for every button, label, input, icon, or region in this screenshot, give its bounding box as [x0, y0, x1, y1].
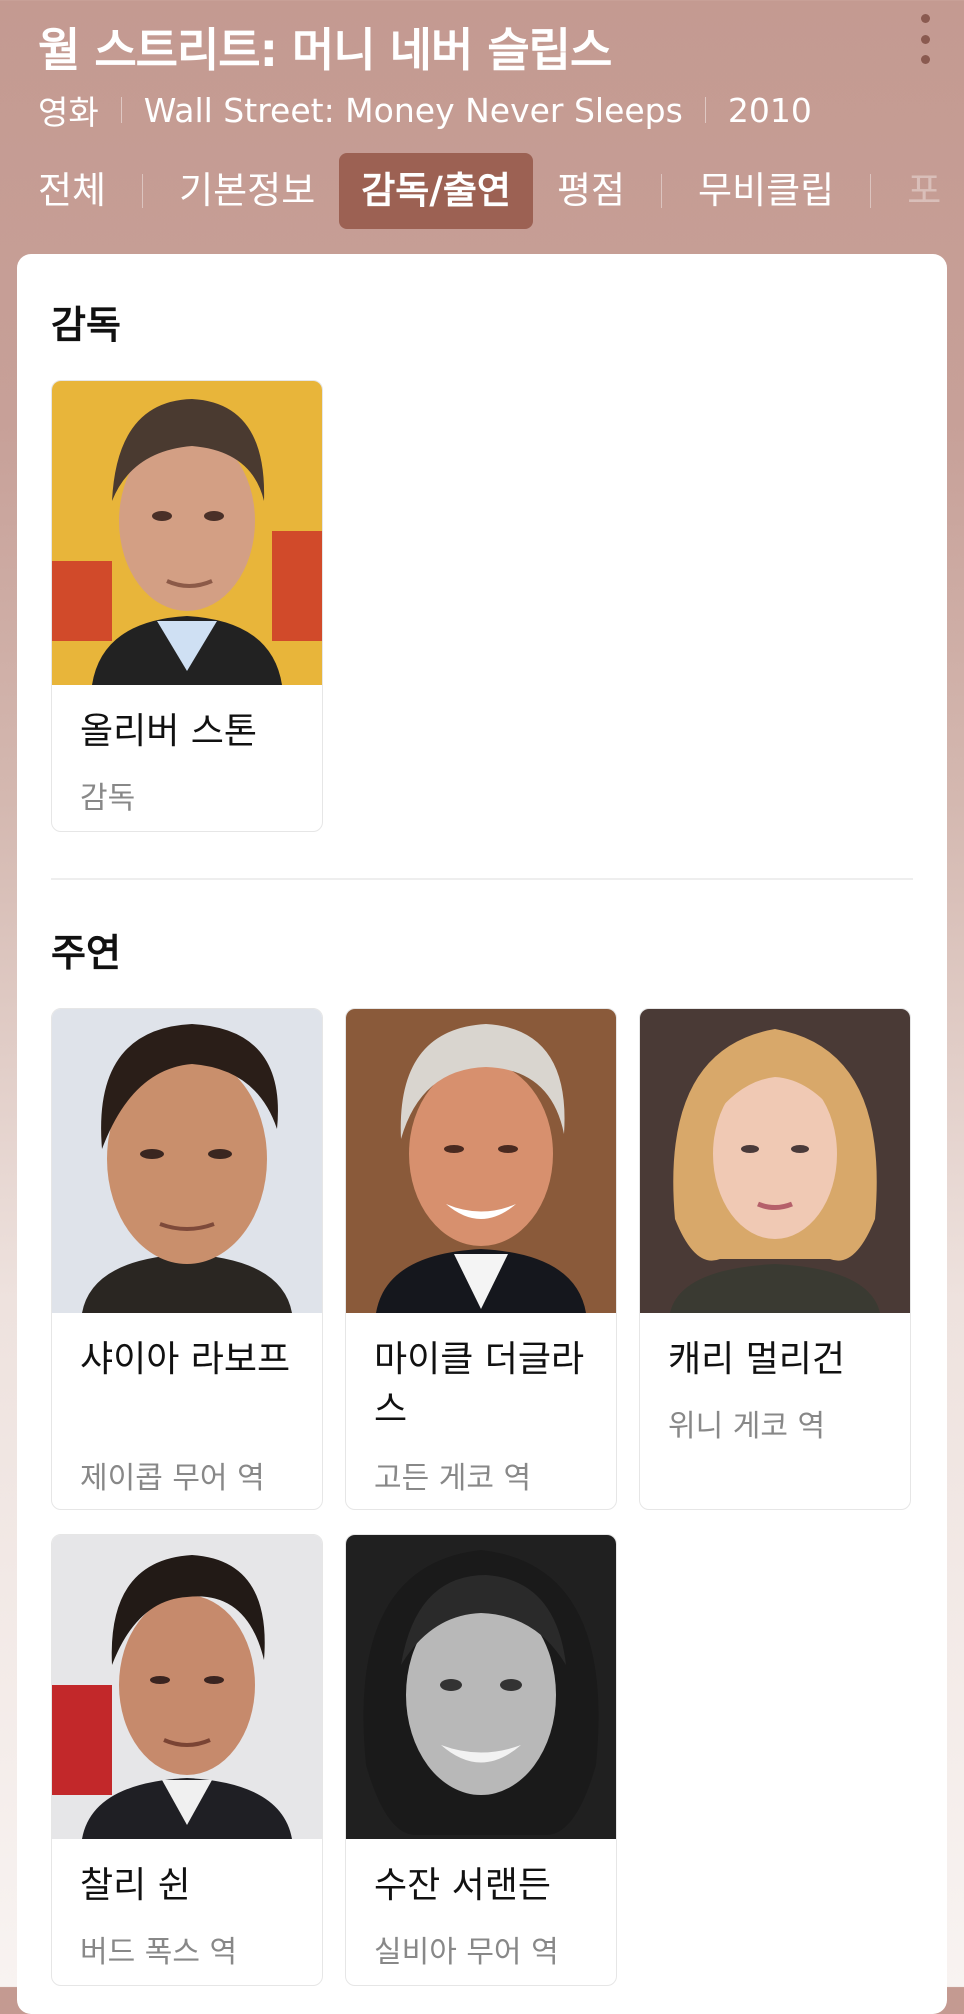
person-card-cast[interactable]: 찰리 쉰 버드 폭스 역 [51, 1534, 323, 1986]
person-role: 감독 [80, 781, 136, 816]
person-card-cast[interactable]: 마이클 더글라스 고든 게코 역 [345, 1008, 617, 1510]
tab-divider [661, 174, 663, 208]
person-card-cast[interactable]: 수잔 서랜든 실비아 무어 역 [345, 1534, 617, 1986]
section-divider [51, 878, 913, 880]
cast-section-title: 주연 [51, 931, 121, 975]
tab-basic-info[interactable]: 기본정보 [165, 153, 329, 229]
person-role: 제이콥 무어 역 [80, 1461, 265, 1496]
more-vertical-icon[interactable] [912, 14, 938, 64]
person-role: 고든 게코 역 [374, 1461, 532, 1496]
movie-meta: 영화 Wall Street: Money Never Sleeps 2010 [38, 86, 812, 134]
tab-ratings[interactable]: 평점 [543, 153, 639, 229]
tab-bar: 전체 기본정보 감독/출연 평점 무비클립 포 [24, 152, 955, 230]
tab-all[interactable]: 전체 [24, 153, 120, 229]
person-photo [52, 381, 322, 685]
person-role: 버드 폭스 역 [80, 1935, 238, 1970]
person-name: 마이클 더글라스 [374, 1339, 585, 1430]
meta-original-title: Wall Street: Money Never Sleeps [143, 90, 683, 130]
person-card-cast[interactable]: 캐리 멀리건 위니 게코 역 [639, 1008, 911, 1510]
person-photo [52, 1009, 322, 1313]
page-title: 월 스트리트: 머니 네버 슬립스 [38, 23, 612, 77]
person-name: 캐리 멀리건 [668, 1339, 846, 1380]
tab-divider [142, 174, 144, 208]
divider [120, 97, 122, 123]
person-name: 샤이아 라보프 [80, 1339, 291, 1380]
person-card-director[interactable]: 올리버 스톤 감독 [51, 380, 323, 832]
person-role: 실비아 무어 역 [374, 1935, 559, 1970]
meta-year: 2010 [727, 90, 812, 130]
person-card-cast[interactable]: 샤이아 라보프 제이콥 무어 역 [51, 1008, 323, 1510]
person-role: 위니 게코 역 [668, 1409, 826, 1444]
header: 월 스트리트: 머니 네버 슬립스 영화 Wall Street: Money … [0, 0, 964, 250]
tab-movie-clips[interactable]: 무비클립 [684, 153, 848, 229]
tab-more[interactable]: 포 [893, 153, 955, 229]
person-photo [346, 1535, 616, 1839]
divider [704, 97, 706, 123]
person-photo [52, 1535, 322, 1839]
meta-type: 영화 [38, 93, 99, 132]
director-section-title: 감독 [51, 303, 121, 347]
tab-cast-crew[interactable]: 감독/출연 [339, 153, 533, 229]
person-photo [640, 1009, 910, 1313]
cast-crew-card: 감독 올리버 스톤 감독 주연 샤이아 라보프 제이콥 무어 역 마이클 더글라… [17, 254, 947, 2014]
tab-divider [870, 174, 872, 208]
person-photo [346, 1009, 616, 1313]
person-name: 올리버 스톤 [80, 711, 258, 752]
person-name: 찰리 쉰 [80, 1865, 191, 1906]
person-name: 수잔 서랜든 [374, 1865, 552, 1906]
